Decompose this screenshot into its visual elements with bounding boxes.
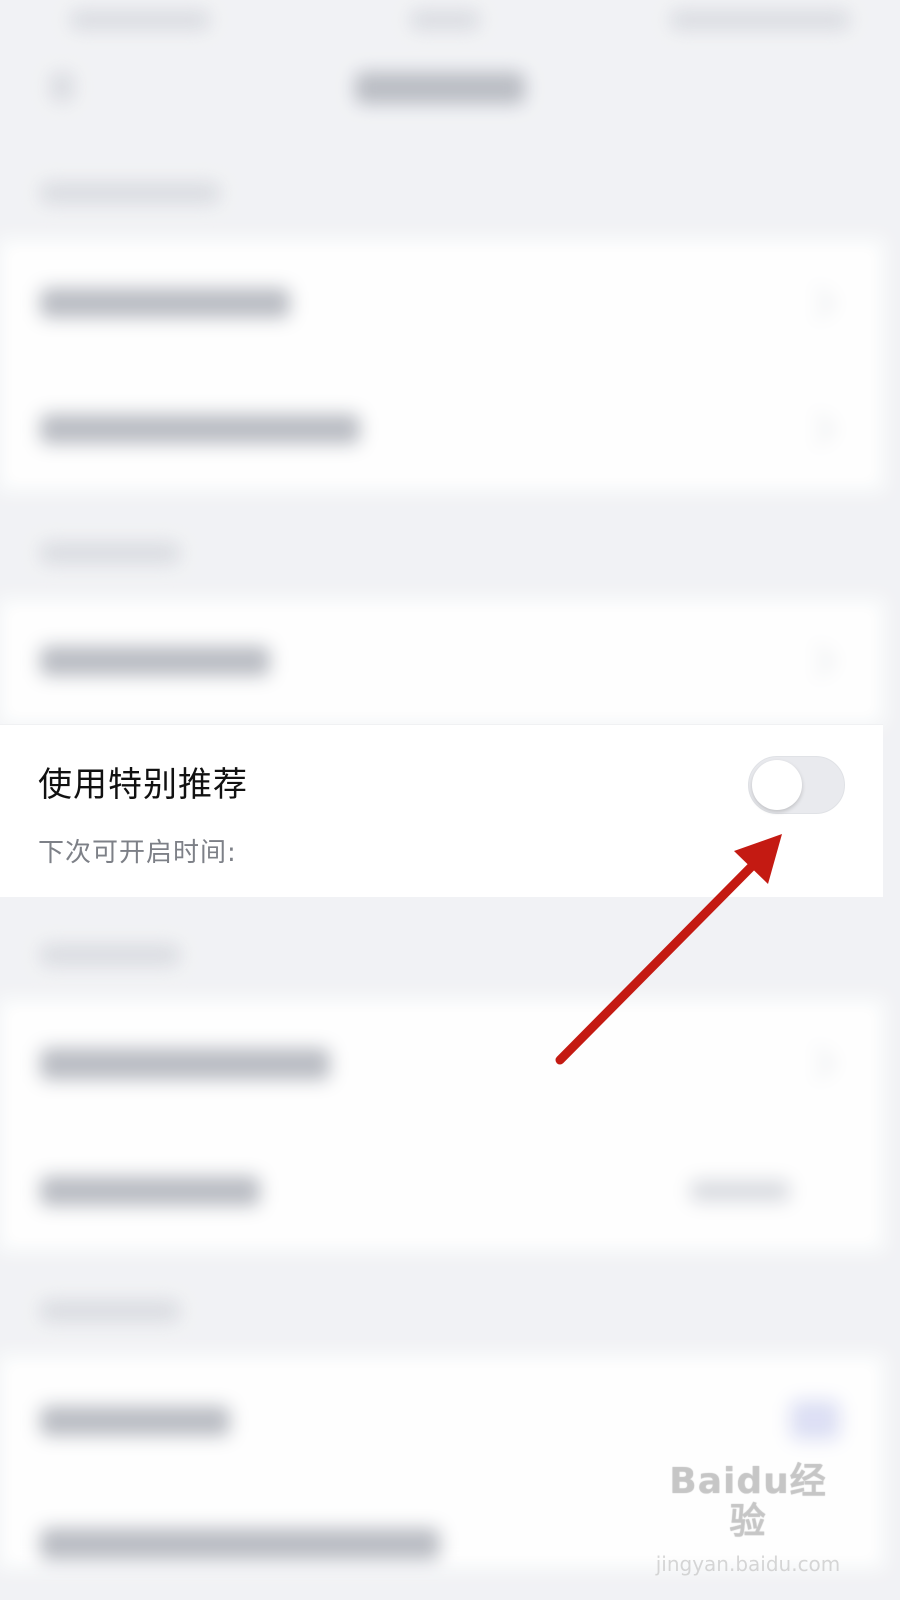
annotation-arrow [555,834,782,1065]
arrow-shaft [555,853,765,1065]
baidu-jingyan-watermark: Baidu经验 jingyan.baidu.com [653,1462,843,1577]
watermark-logo-text: Baidu经验 [669,1461,827,1542]
watermark-site: jingyan.baidu.com [655,1552,841,1576]
watermark-logo: Baidu经验 [653,1462,843,1542]
